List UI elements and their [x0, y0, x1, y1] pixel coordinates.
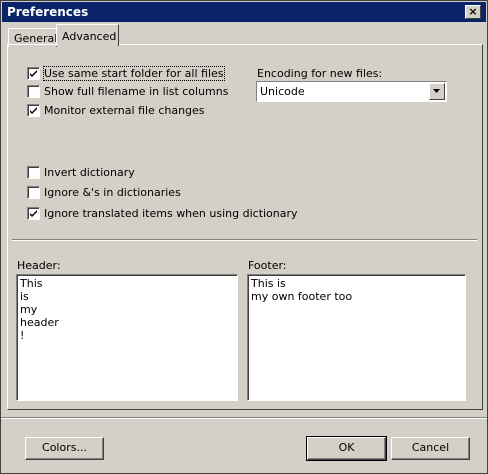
window-title: Preferences — [7, 5, 89, 19]
divider — [1, 417, 487, 419]
tab-advanced[interactable]: Advanced — [56, 24, 119, 46]
header-line: header — [20, 316, 59, 329]
footer-line: my own footer too — [251, 290, 353, 303]
divider — [12, 239, 477, 241]
checkmark-icon — [30, 107, 37, 114]
encoding-selected-value: Unicode — [260, 85, 305, 98]
colors-button[interactable]: Colors... — [25, 437, 104, 460]
close-button[interactable]: × — [465, 5, 481, 19]
checkbox[interactable] — [27, 186, 40, 199]
footer-textarea[interactable]: This is my own footer too — [247, 274, 466, 401]
header-line: This — [20, 277, 43, 290]
chevron-down-icon — [433, 89, 440, 93]
checkbox[interactable] — [27, 207, 40, 220]
cancel-button[interactable]: Cancel — [391, 437, 470, 460]
encoding-label: Encoding for new files: — [257, 67, 383, 80]
option-label: Invert dictionary — [44, 166, 135, 179]
option-label: Monitor external file changes — [44, 104, 205, 117]
checkbox[interactable] — [27, 85, 40, 98]
encoding-select[interactable]: Unicode — [256, 81, 447, 102]
header-line: is — [20, 290, 29, 303]
option-label: Use same start folder for all files — [43, 66, 225, 81]
header-line: my — [20, 303, 38, 316]
header-line: ! — [20, 329, 25, 342]
header-textarea[interactable]: This is my header ! — [16, 274, 238, 401]
checkmark-icon — [30, 210, 37, 217]
checkbox[interactable] — [27, 104, 40, 117]
footer-line: This is — [251, 277, 286, 290]
dropdown-button[interactable] — [429, 83, 445, 100]
ok-button[interactable]: OK — [306, 436, 387, 461]
checkbox[interactable] — [27, 166, 40, 179]
option-label: Ignore translated items when using dicti… — [44, 207, 298, 220]
checkbox[interactable] — [27, 67, 40, 80]
tab-advanced-label: Advanced — [62, 30, 117, 43]
header-label: Header: — [17, 259, 61, 272]
checkmark-icon — [30, 70, 37, 77]
footer-label: Footer: — [248, 259, 287, 272]
preferences-dialog: Preferences × General Advanced Use same … — [0, 0, 488, 474]
option-label: Ignore &'s in dictionaries — [44, 186, 181, 199]
option-label: Show full filename in list columns — [44, 85, 229, 98]
title-bar: Preferences × — [2, 2, 486, 22]
